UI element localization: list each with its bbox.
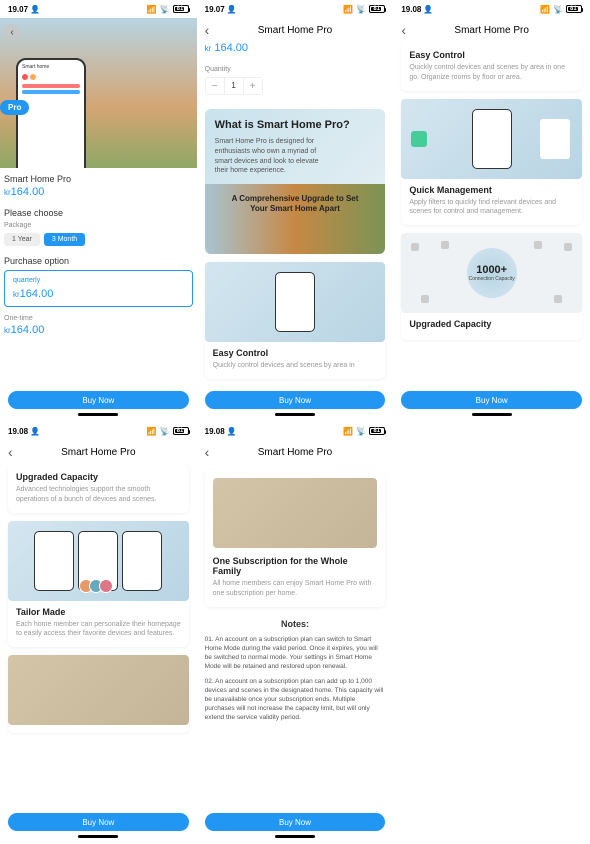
promo-section: What is Smart Home Pro? Smart Home Pro i… bbox=[205, 109, 386, 254]
back-button[interactable]: ‹ bbox=[8, 444, 13, 460]
note-1: 01. An account on a subscription plan ca… bbox=[205, 635, 386, 671]
phone-4: 19.08👤 📶📡81 ‹ Smart Home Pro Upgraded Ca… bbox=[0, 422, 197, 844]
phone-2: 19.07👤 📶📡81 ‹ Smart Home Pro kr 164.00 Q… bbox=[197, 0, 394, 422]
qty-decrease[interactable]: − bbox=[206, 78, 224, 94]
price: kr 164.00 bbox=[205, 42, 386, 54]
option-onetime[interactable]: One-time kr164.00 bbox=[4, 309, 193, 342]
card-tailor-made: Tailor Made Each home member can persona… bbox=[8, 521, 189, 648]
phone-1: 19.07👤 📶📡81 ‹ Pro Smart home Smart Home … bbox=[0, 0, 197, 422]
card-easy-control: Easy Control Quickly control devices and… bbox=[401, 42, 582, 91]
qty-increase[interactable]: + bbox=[244, 78, 262, 94]
note-2: 02. An account on a subscription plan ca… bbox=[205, 677, 386, 722]
buy-button[interactable]: Buy Now bbox=[205, 813, 386, 831]
back-button[interactable]: ‹ bbox=[205, 444, 210, 460]
phone-5: 19.08👤 📶📡81 ‹ Smart Home Pro One Subscri… bbox=[197, 422, 394, 844]
hero-image: ‹ Pro Smart home bbox=[0, 18, 197, 168]
signal-icon: 📶 bbox=[147, 5, 157, 14]
phone-3: 19.08👤 📶📡81 ‹ Smart Home Pro Easy Contro… bbox=[393, 0, 590, 422]
pill-3month[interactable]: 3 Month bbox=[44, 233, 85, 246]
qty-value: 1 bbox=[224, 78, 244, 94]
package-label: Package bbox=[4, 222, 193, 229]
choose-label: Please choose bbox=[4, 208, 193, 218]
home-indicator[interactable] bbox=[78, 413, 118, 416]
back-button[interactable]: ‹ bbox=[205, 22, 210, 38]
option-quarterly[interactable]: quarterly kr164.00 bbox=[4, 270, 193, 307]
quantity-stepper: − 1 + bbox=[205, 77, 263, 95]
product-name: Smart Home Pro bbox=[4, 174, 193, 184]
card-capacity: 1000+ Connection Capacity Upgraded Capac… bbox=[401, 233, 582, 340]
back-button[interactable]: ‹ bbox=[401, 22, 406, 38]
quantity-label: Quantity bbox=[205, 66, 386, 73]
home-indicator[interactable] bbox=[275, 413, 315, 416]
package-pills: 1 Year 3 Month bbox=[4, 233, 193, 246]
buy-button[interactable]: Buy Now bbox=[401, 391, 582, 409]
back-button[interactable]: ‹ bbox=[4, 24, 20, 40]
notes-title: Notes: bbox=[205, 619, 386, 629]
buy-button[interactable]: Buy Now bbox=[8, 813, 189, 831]
card-family-subscription: One Subscription for the Whole Family Al… bbox=[205, 470, 386, 607]
card-easy-control: Easy Control Quickly control devices and… bbox=[205, 262, 386, 379]
card-quick-management: Quick Management Apply filters to quickl… bbox=[401, 99, 582, 226]
user-icon: 👤 bbox=[30, 5, 40, 14]
card-upgraded-capacity: Upgraded Capacity Advanced technologies … bbox=[8, 464, 189, 513]
status-time: 19.07 bbox=[8, 5, 28, 14]
page-title: Smart Home Pro bbox=[205, 25, 386, 36]
promo-desc: Smart Home Pro is designed for enthusias… bbox=[215, 137, 327, 176]
battery-icon: 81 bbox=[173, 5, 189, 13]
wifi-icon: 📡 bbox=[160, 5, 170, 14]
notes-section: Notes: 01. An account on a subscription … bbox=[205, 619, 386, 723]
buy-button[interactable]: Buy Now bbox=[8, 391, 189, 409]
product-price: kr164.00 bbox=[4, 186, 193, 198]
promo-title: What is Smart Home Pro? bbox=[215, 119, 376, 131]
pro-badge: Pro bbox=[0, 100, 29, 115]
card-family-preview bbox=[8, 655, 189, 733]
purchase-option-label: Purchase option bbox=[4, 256, 193, 266]
buy-button[interactable]: Buy Now bbox=[205, 391, 386, 409]
pill-1year[interactable]: 1 Year bbox=[4, 233, 40, 246]
